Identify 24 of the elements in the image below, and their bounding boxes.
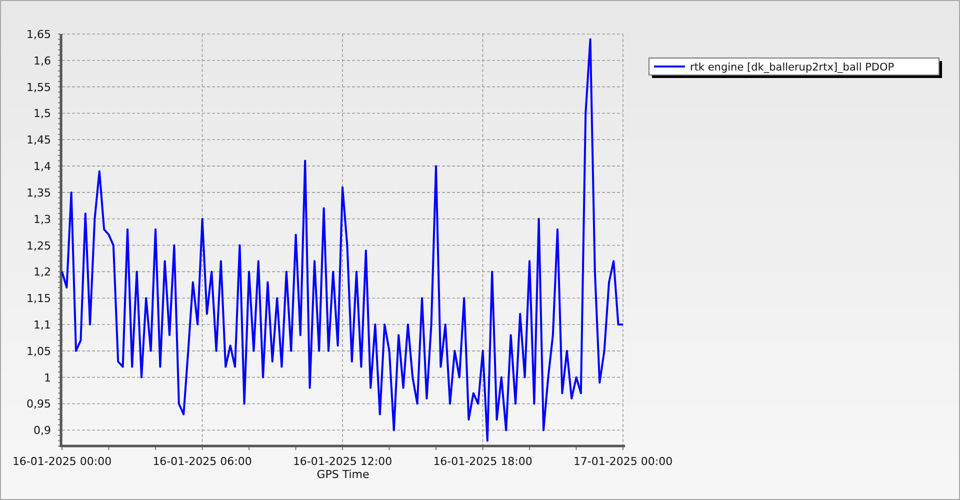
y-tick-label: 0,9 (34, 424, 51, 438)
y-tick-label: 1,6 (34, 54, 51, 68)
y-tick-label: 1,45 (26, 134, 51, 147)
y-tick-label: 0,95 (26, 398, 51, 411)
y-tick-label: 1,55 (26, 80, 51, 94)
y-tick-label: 1,35 (26, 186, 51, 200)
y-tick-label: 1 (44, 371, 51, 384)
y-tick-label: 1,15 (26, 292, 51, 306)
y-tick-label: 1,05 (26, 344, 51, 358)
legend-label: rtk engine [dk_ballerup2rtx]_ball PDOP (690, 62, 894, 74)
y-tick-label: 1,25 (26, 239, 51, 252)
y-tick-label: 1,4 (34, 160, 51, 174)
x-tick-label: 16-01-2025 12:00 (292, 455, 392, 468)
x-axis-title: GPS Time (316, 468, 370, 481)
y-tick-label: 1,2 (34, 266, 51, 279)
legend-line-icon (654, 66, 685, 68)
y-tick-label: 1,3 (34, 212, 51, 226)
x-tick-label: 17-01-2025 00:00 (573, 455, 673, 468)
x-tick-label: 16-01-2025 06:00 (152, 455, 252, 468)
x-tick-label: 16-01-2025 00:00 (12, 455, 112, 468)
y-tick-label: 1,65 (26, 28, 51, 41)
x-tick-label: 16-01-2025 18:00 (433, 455, 532, 468)
y-tick-label: 1,1 (34, 318, 51, 332)
y-tick-label: 1,5 (34, 107, 51, 120)
